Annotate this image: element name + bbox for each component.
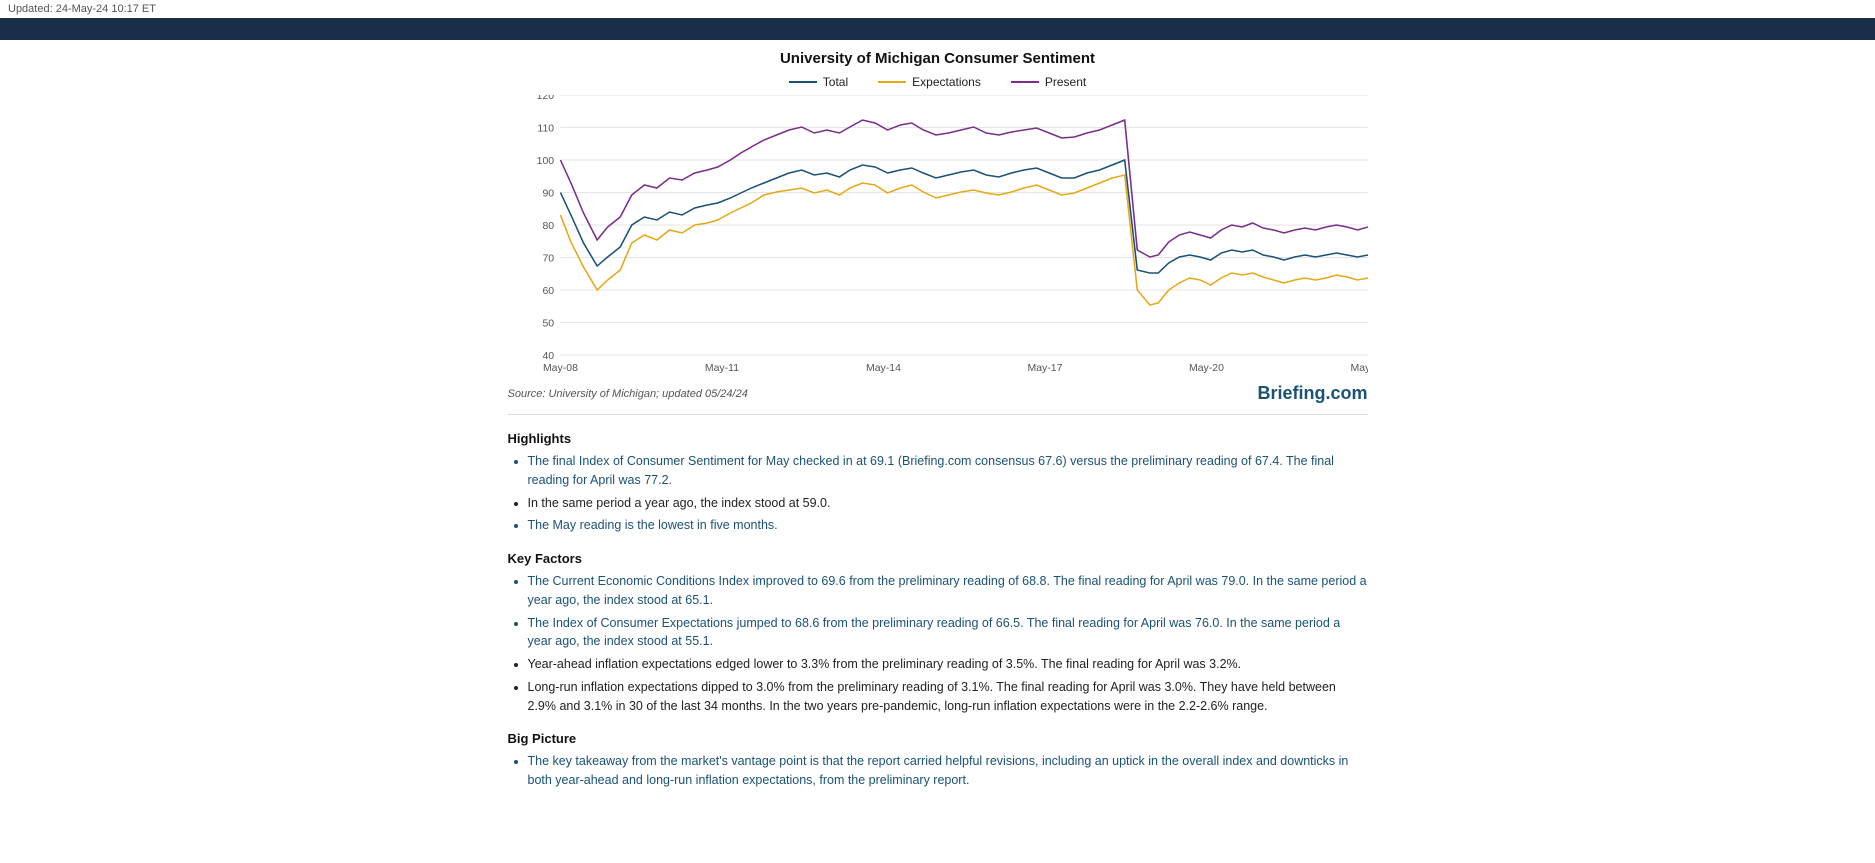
highlights-item-1: The final Index of Consumer Sentiment fo… <box>528 452 1368 490</box>
chart-svg: 120 110 100 90 80 70 60 50 40 May-08 May… <box>508 95 1368 375</box>
svg-text:110: 110 <box>537 124 554 135</box>
svg-text:40: 40 <box>542 351 554 362</box>
key-factors-title: Key Factors <box>508 551 1368 566</box>
highlights-list: The final Index of Consumer Sentiment fo… <box>528 452 1368 535</box>
key-factors-item-3: Year-ahead inflation expectations edged … <box>528 655 1368 674</box>
svg-text:90: 90 <box>542 189 554 200</box>
highlights-section: Highlights The final Index of Consumer S… <box>508 431 1368 535</box>
chart-title: University of Michigan Consumer Sentimen… <box>508 50 1368 67</box>
svg-text:May-20: May-20 <box>1189 363 1224 374</box>
chart-footer: Source: University of Michigan; updated … <box>508 383 1368 415</box>
key-factors-item-1: The Current Economic Conditions Index im… <box>528 572 1368 610</box>
big-picture-item-1: The key takeaway from the market's vanta… <box>528 752 1368 790</box>
legend-expectations: Expectations <box>878 75 981 89</box>
svg-text:80: 80 <box>542 221 554 232</box>
chart-area: 120 110 100 90 80 70 60 50 40 May-08 May… <box>508 95 1368 375</box>
chart-source: Source: University of Michigan; updated … <box>508 388 748 400</box>
briefing-logo: Briefing.com <box>1257 383 1367 404</box>
legend-present: Present <box>1011 75 1086 89</box>
chart-legend: Total Expectations Present <box>508 75 1368 89</box>
svg-text:70: 70 <box>542 254 554 265</box>
big-picture-list: The key takeaway from the market's vanta… <box>528 752 1368 790</box>
legend-line-present <box>1011 81 1039 83</box>
legend-line-expectations <box>878 81 906 83</box>
legend-total: Total <box>789 75 848 89</box>
highlights-item-2: In the same period a year ago, the index… <box>528 494 1368 513</box>
svg-text:May-17: May-17 <box>1027 363 1062 374</box>
svg-text:May-23: May-23 <box>1350 363 1367 374</box>
header-bar <box>0 18 1875 40</box>
svg-text:May-11: May-11 <box>704 363 738 374</box>
key-factors-list: The Current Economic Conditions Index im… <box>528 572 1368 715</box>
update-bar: Updated: 24-May-24 10:17 ET <box>0 0 1875 18</box>
svg-text:120: 120 <box>536 95 554 102</box>
key-factors-item-4: Long-run inflation expectations dipped t… <box>528 678 1368 716</box>
highlights-title: Highlights <box>508 431 1368 446</box>
big-picture-section: Big Picture The key takeaway from the ma… <box>508 731 1368 790</box>
big-picture-title: Big Picture <box>508 731 1368 746</box>
svg-text:100: 100 <box>536 156 554 167</box>
svg-text:May-14: May-14 <box>865 363 900 374</box>
key-factors-item-2: The Index of Consumer Expectations jumpe… <box>528 614 1368 652</box>
svg-text:60: 60 <box>542 286 554 297</box>
legend-line-total <box>789 81 817 83</box>
highlights-item-3: The May reading is the lowest in five mo… <box>528 516 1368 535</box>
svg-text:50: 50 <box>542 319 554 330</box>
svg-text:May-08: May-08 <box>542 363 577 374</box>
key-factors-section: Key Factors The Current Economic Conditi… <box>508 551 1368 715</box>
